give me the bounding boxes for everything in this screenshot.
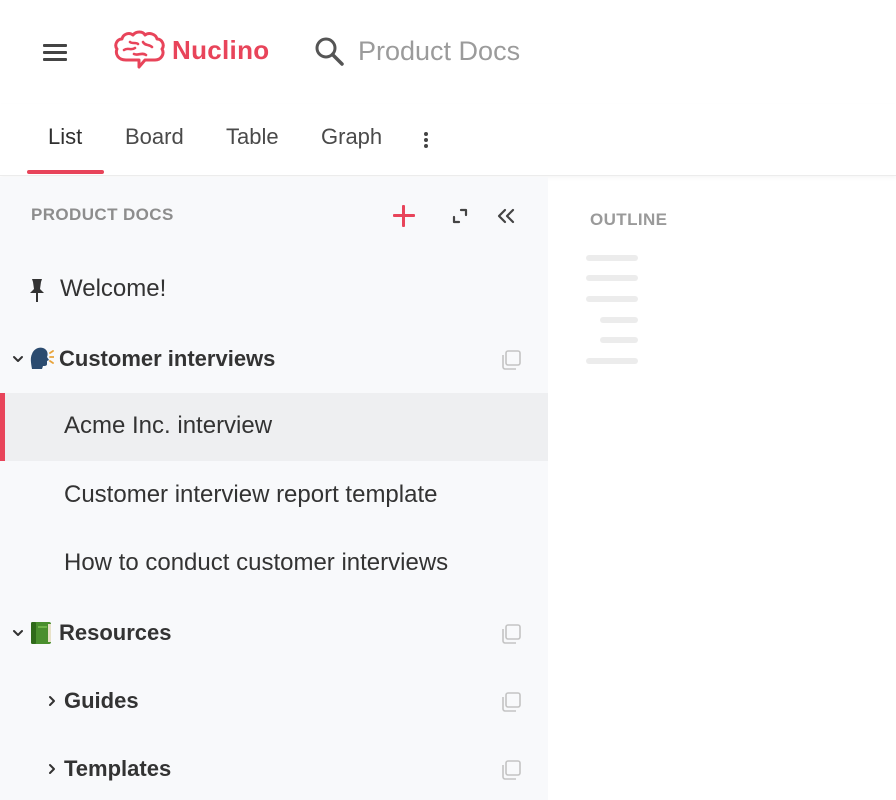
logo-text: Nuclino [172, 34, 270, 65]
tree-item-label: Customer interviews [59, 346, 276, 371]
sidebar: PRODUCT DOCS Welcome! Customer interview… [0, 177, 548, 800]
tab-board[interactable]: Board [125, 124, 184, 174]
tree-item-report-template[interactable]: Customer interview report template [0, 462, 548, 530]
collapse-sidebar-icon[interactable] [494, 204, 518, 228]
tab-graph[interactable]: Graph [321, 124, 382, 174]
tree-item-label: Welcome! [60, 275, 167, 302]
sidebar-title: PRODUCT DOCS [31, 205, 174, 224]
copy-icon[interactable] [500, 623, 522, 645]
brain-icon [114, 30, 165, 69]
outline-entry[interactable] [586, 296, 638, 302]
tree-item-label: Guides [64, 688, 139, 713]
nuclino-logo[interactable]: Nuclino [112, 30, 269, 70]
expand-icon[interactable] [448, 204, 472, 228]
chevron-right-icon[interactable] [45, 694, 59, 708]
speaking-head-emoji-icon [30, 347, 54, 369]
copy-icon[interactable] [500, 349, 522, 371]
tree-item-label: Customer interview report template [64, 481, 438, 508]
tree-item-welcome[interactable]: Welcome! [0, 256, 548, 324]
outline-entry[interactable] [586, 255, 638, 261]
tree-item-label: How to conduct customer interviews [64, 549, 449, 576]
tab-list[interactable]: List [48, 124, 82, 174]
tree-item-how-to-conduct[interactable]: How to conduct customer interviews [0, 530, 548, 598]
copy-icon[interactable] [500, 759, 522, 781]
workspace-search[interactable]: Product Docs [312, 30, 520, 72]
tree-item-templates[interactable]: Templates [0, 735, 548, 800]
app-header: Nuclino Product Docs [0, 0, 896, 104]
add-item-button[interactable] [390, 202, 418, 230]
outline-entry[interactable] [600, 337, 638, 343]
tree-item-customer-interviews[interactable]: Customer interviews [0, 325, 548, 393]
tree-item-acme-interview[interactable]: Acme Inc. interview [0, 393, 548, 461]
tree-item-label: Acme Inc. interview [64, 412, 273, 439]
copy-icon[interactable] [500, 691, 522, 713]
menu-icon[interactable] [40, 40, 70, 66]
tree-item-label: Templates [64, 756, 172, 781]
outline-entry[interactable] [600, 317, 638, 323]
more-options-icon[interactable] [416, 128, 436, 152]
tree-item-guides[interactable]: Guides [0, 667, 548, 735]
search-icon [315, 37, 344, 66]
chevron-down-icon[interactable] [11, 352, 25, 366]
green-book-emoji-icon [31, 622, 51, 644]
view-tabs: List Board Table Graph [0, 104, 896, 176]
active-tab-indicator [27, 170, 104, 174]
workspace-name: Product Docs [358, 35, 521, 66]
outline-entry[interactable] [586, 275, 638, 281]
tree-item-resources[interactable]: Resources [0, 599, 548, 667]
selected-indicator [0, 393, 5, 461]
chevron-down-icon[interactable] [11, 626, 25, 640]
outline-entry[interactable] [586, 358, 638, 364]
chevron-right-icon[interactable] [45, 762, 59, 776]
pin-icon [30, 279, 44, 302]
tree-item-label: Resources [59, 620, 172, 645]
outline-title: OUTLINE [590, 210, 668, 229]
tab-table[interactable]: Table [226, 124, 279, 174]
